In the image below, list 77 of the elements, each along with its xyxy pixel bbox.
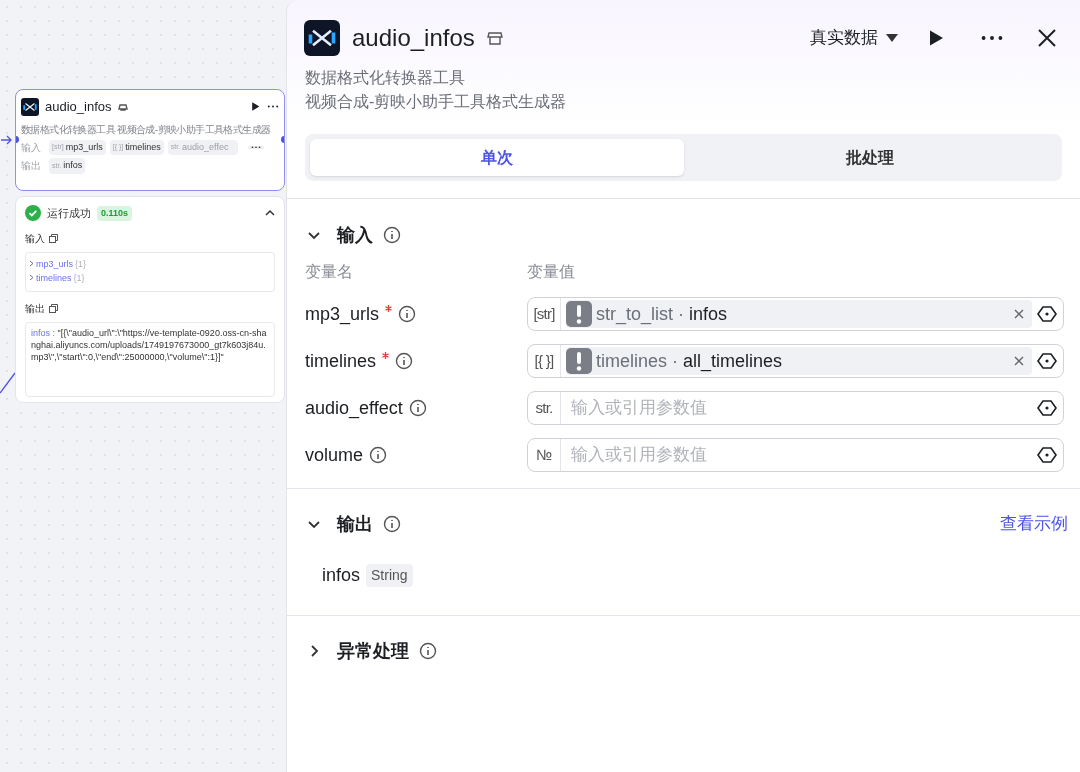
variable-icon[interactable]	[1037, 445, 1057, 465]
column-header: 变量值	[527, 262, 575, 282]
parameter-label: timelines	[305, 349, 377, 373]
parameter-field[interactable]: [{ }] timelines · all_timelines	[527, 344, 1064, 378]
node-title: audio_infos	[45, 98, 112, 116]
type-label: №	[528, 439, 561, 471]
type-label: [{ }]	[528, 345, 561, 377]
store-icon	[117, 101, 128, 112]
info-icon	[398, 305, 417, 323]
parameter-name: timelines	[125, 140, 161, 154]
item-count: {1}	[75, 257, 87, 271]
info-icon	[408, 399, 427, 417]
parameter-label: audio_effect	[305, 396, 403, 421]
parameter-name: audio_effec	[182, 140, 229, 154]
tab[interactable]: 单次	[310, 139, 684, 176]
more-button[interactable]	[247, 146, 264, 149]
example-link[interactable]: 查看示例	[1000, 511, 1068, 537]
value-input[interactable]: 输入或引用参数值	[571, 442, 1027, 468]
parameter-field[interactable]: № 输入或引用参数值	[527, 438, 1064, 472]
clear-icon[interactable]	[1014, 356, 1024, 366]
column-header: 变量名	[305, 262, 354, 282]
section-label: 输入	[25, 231, 45, 246]
info-icon	[419, 642, 437, 660]
panel-title: audio_infos	[352, 23, 475, 53]
parameter-label: volume	[305, 443, 364, 467]
more-icon[interactable]	[980, 35, 1004, 41]
app-logo-icon	[21, 97, 39, 116]
info-icon	[395, 352, 414, 370]
store-icon	[486, 30, 503, 46]
node-description: 数据格式化转换器工具 视频合成-剪映小助手工具格式生成器	[21, 122, 272, 137]
parameter-label: mp3_urls	[305, 302, 380, 327]
panel-description: 数据格式化转换器工具	[305, 68, 466, 88]
connection-line	[0, 372, 16, 394]
value-input[interactable]: 输入或引用参数值	[571, 395, 1027, 421]
duration-badge: 0.110s	[97, 205, 133, 221]
type-tag: String	[366, 564, 413, 587]
variable-icon[interactable]	[1037, 304, 1057, 324]
section-title: 异常处理	[337, 639, 409, 663]
output-name: infos	[322, 564, 361, 587]
info-icon	[369, 446, 388, 464]
play-icon[interactable]	[250, 101, 261, 113]
row-label: 输入	[21, 140, 42, 155]
copy-icon[interactable]	[49, 233, 58, 243]
section-title: 输出	[337, 512, 373, 536]
item-count: {1}	[73, 271, 85, 285]
panel-description: 视频合成-剪映小助手工具格式生成器	[305, 92, 568, 112]
tab[interactable]: 批处理	[683, 139, 1057, 176]
parameter-field[interactable]: str. 输入或引用参数值	[527, 391, 1064, 425]
more-icon[interactable]	[267, 105, 279, 109]
variable-icon[interactable]	[1037, 351, 1057, 371]
copy-icon[interactable]	[49, 303, 58, 313]
more-icon[interactable]	[250, 146, 261, 149]
parameter-name: infos	[63, 159, 83, 172]
close-icon[interactable]	[1038, 29, 1056, 47]
type-label: [str]	[528, 298, 561, 330]
app-logo-icon	[304, 20, 340, 56]
data-source-dropdown[interactable]: 真实数据	[810, 25, 898, 51]
warning-icon	[566, 301, 592, 327]
type-label: str.	[528, 392, 561, 424]
tree-key[interactable]: mp3_urls	[36, 256, 73, 271]
clear-icon[interactable]	[1014, 309, 1024, 319]
reference-text: timelines · all_timelines	[596, 349, 784, 374]
info-icon	[383, 226, 401, 244]
tree-key[interactable]: timelines	[36, 270, 72, 285]
output-text: infos : "[{\"audio_url\":\"https://ve-template-0920.oss-cn-shanghai.aliyuncs.com/uploads/1749197673000_gt7k603j84u.mp3\",\"start\":0,\"end\":25000000,\"volume\":1}]"	[31, 326, 268, 363]
edge-arrow-icon	[1, 135, 13, 145]
section-title: 输入	[337, 223, 373, 247]
warning-icon	[566, 348, 592, 374]
section-label: 输出	[25, 301, 45, 316]
status-text: 运行成功	[47, 206, 91, 221]
variable-icon[interactable]	[1037, 398, 1057, 418]
parameter-field[interactable]: [str] str_to_list · infos	[527, 297, 1064, 331]
reference-text: str_to_list · infos	[596, 302, 729, 327]
caret-icon	[886, 33, 898, 43]
parameter-name: mp3_urls	[65, 140, 103, 154]
info-icon	[383, 515, 401, 533]
row-label: 输出	[21, 159, 42, 174]
